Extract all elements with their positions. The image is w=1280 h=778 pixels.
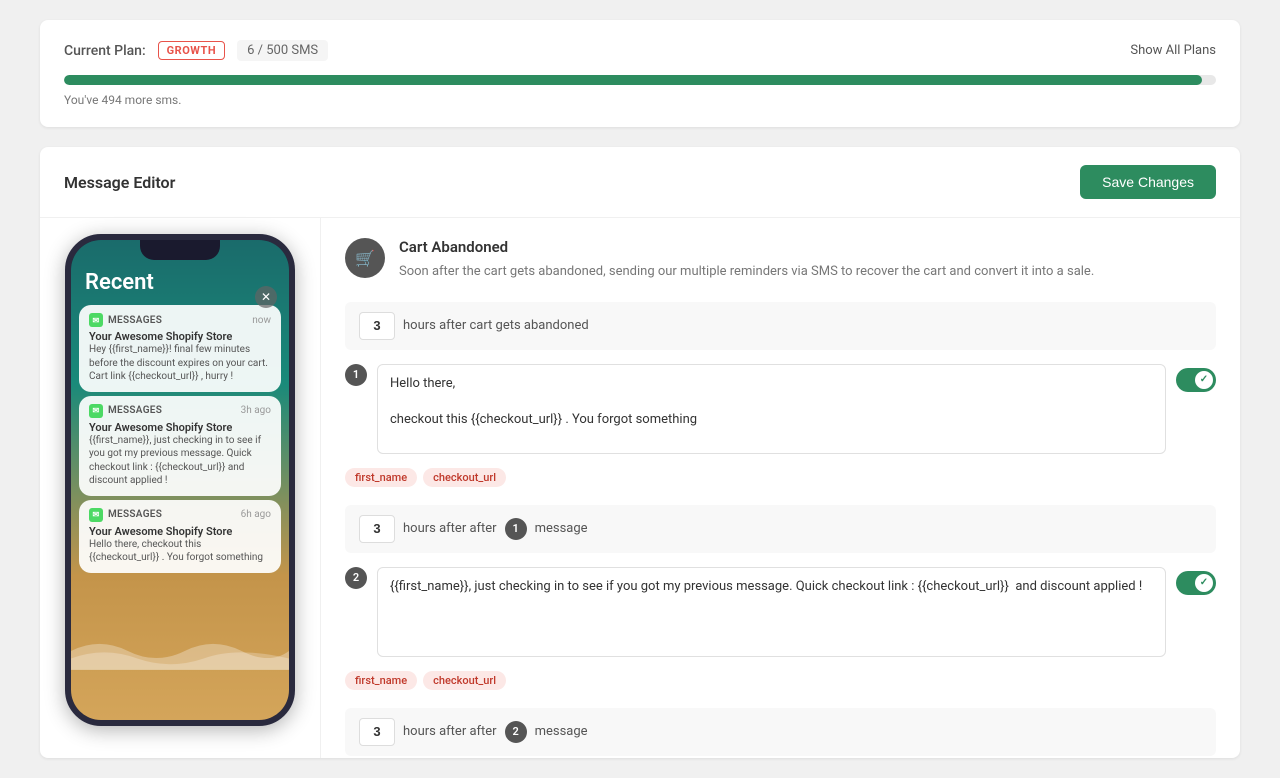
message-textarea-wrap-1: Hello there, checkout this {{checkout_ur… [377, 364, 1166, 458]
cart-abandoned-title: Cart Abandoned [399, 238, 1094, 256]
editor-body: Recent ✕ ✉ MESSAGES now Your Aw [40, 218, 1240, 758]
editor-title: Message Editor [64, 173, 175, 192]
toggle-knob-1: ✓ [1195, 371, 1213, 389]
hours-text-between-2-post: message [535, 724, 588, 739]
notif-store-3: Your Awesome Shopify Store [89, 525, 271, 538]
notification-card-2: ✉ MESSAGES 3h ago Your Awesome Shopify S… [79, 396, 281, 496]
plan-sms: 6 / 500 SMS [237, 40, 328, 61]
page-container: Current Plan: GROWTH 6 / 500 SMS Show Al… [0, 0, 1280, 778]
wave-svg [71, 632, 289, 670]
progress-bar-fill [64, 75, 1202, 85]
tag-first-name-1: first_name [345, 468, 417, 487]
tag-checkout-url-1: checkout_url [423, 468, 506, 487]
plan-card: Current Plan: GROWTH 6 / 500 SMS Show Al… [40, 20, 1240, 127]
notif-time-1: now [252, 315, 271, 326]
hours-text-between-2-pre: hours after after [403, 724, 497, 739]
notif-body-2: {{first_name}}, just checking in to see … [89, 434, 271, 488]
toggle-knob-2: ✓ [1195, 574, 1213, 592]
notif-header-1: ✉ MESSAGES now [89, 313, 271, 327]
phone-notch [140, 240, 220, 260]
message-textarea-wrap-2: {{first_name}}, just checking in to see … [377, 567, 1166, 661]
message-textarea-1[interactable]: Hello there, checkout this {{checkout_ur… [377, 364, 1166, 454]
plan-left: Current Plan: GROWTH 6 / 500 SMS [64, 40, 328, 61]
tag-checkout-url-2: checkout_url [423, 671, 506, 690]
notif-store-1: Your Awesome Shopify Store [89, 330, 271, 343]
right-panel: 🛒 Cart Abandoned Soon after the cart get… [320, 218, 1240, 758]
notif-app-3: ✉ MESSAGES [89, 508, 162, 522]
msg-badge-2: 2 [345, 567, 367, 589]
notif-store-2: Your Awesome Shopify Store [89, 421, 271, 434]
hours-input-between-2[interactable] [359, 718, 395, 746]
toggle-2[interactable]: ✓ [1176, 571, 1216, 595]
show-all-plans-link[interactable]: Show All Plans [1130, 43, 1216, 58]
notif-app-2: ✉ MESSAGES [89, 404, 162, 418]
plan-header: Current Plan: GROWTH 6 / 500 SMS Show Al… [64, 40, 1216, 61]
hours-text-initial: hours after cart gets abandoned [403, 318, 589, 333]
message-row-2: 2 {{first_name}}, just checking in to se… [345, 567, 1216, 661]
phone-frame: Recent ✕ ✉ MESSAGES now Your Aw [65, 234, 295, 726]
notif-time-3: 6h ago [241, 509, 271, 520]
cart-abandoned-text: Cart Abandoned Soon after the cart gets … [399, 238, 1094, 282]
phone-close-button[interactable]: ✕ [255, 286, 277, 308]
cart-abandoned-header: 🛒 Cart Abandoned Soon after the cart get… [345, 238, 1216, 282]
hours-text-between-1-post: message [535, 521, 588, 536]
message-block-2: 2 {{first_name}}, just checking in to se… [345, 567, 1216, 690]
notif-app-1: ✉ MESSAGES [89, 313, 162, 327]
hours-row-initial: hours after cart gets abandoned [345, 302, 1216, 350]
plan-note: You've 494 more sms. [64, 93, 1216, 107]
notif-body-1: Hey {{first_name}}! final few minutes be… [89, 343, 271, 384]
messages-icon-1: ✉ [89, 313, 103, 327]
cart-abandoned-desc: Soon after the cart gets abandoned, send… [399, 262, 1094, 282]
hours-text-between-1-pre: hours after after [403, 521, 497, 536]
messages-icon-2: ✉ [89, 404, 103, 418]
notif-header-2: ✉ MESSAGES 3h ago [89, 404, 271, 418]
phone-preview: Recent ✕ ✉ MESSAGES now Your Aw [40, 218, 320, 758]
progress-bar-container [64, 75, 1216, 85]
tags-row-2: first_name checkout_url [345, 671, 1216, 690]
hours-badge-between-1: 1 [505, 518, 527, 540]
hours-row-between-1: hours after after 1 message [345, 505, 1216, 553]
messages-icon-3: ✉ [89, 508, 103, 522]
toggle-1[interactable]: ✓ [1176, 368, 1216, 392]
hours-badge-between-2: 2 [505, 721, 527, 743]
editor-header: Message Editor Save Changes [40, 147, 1240, 218]
hours-row-between-2: hours after after 2 message [345, 708, 1216, 756]
hours-input-initial[interactable] [359, 312, 395, 340]
toggle-check-2: ✓ [1200, 577, 1208, 588]
cart-icon: 🛒 [345, 238, 385, 278]
notification-card-1: ✉ MESSAGES now Your Awesome Shopify Stor… [79, 305, 281, 392]
tag-first-name-2: first_name [345, 671, 417, 690]
msg-badge-1: 1 [345, 364, 367, 386]
tags-row-1: first_name checkout_url [345, 468, 1216, 487]
save-changes-button[interactable]: Save Changes [1080, 165, 1216, 199]
editor-card: Message Editor Save Changes Recent ✕ [40, 147, 1240, 758]
notif-header-3: ✉ MESSAGES 6h ago [89, 508, 271, 522]
notification-card-3: ✉ MESSAGES 6h ago Your Awesome Shopify S… [79, 500, 281, 573]
notif-body-3: Hello there, checkout this {{checkout_ur… [89, 538, 271, 565]
message-row-1: 1 Hello there, checkout this {{checkout_… [345, 364, 1216, 458]
notif-time-2: 3h ago [241, 405, 271, 416]
message-textarea-2[interactable]: {{first_name}}, just checking in to see … [377, 567, 1166, 657]
plan-badge: GROWTH [158, 41, 225, 60]
plan-label: Current Plan: [64, 43, 146, 59]
toggle-check-1: ✓ [1200, 374, 1208, 385]
hours-input-between-1[interactable] [359, 515, 395, 543]
message-block-1: 1 Hello there, checkout this {{checkout_… [345, 364, 1216, 487]
phone-screen: Recent ✕ ✉ MESSAGES now Your Aw [71, 240, 289, 720]
